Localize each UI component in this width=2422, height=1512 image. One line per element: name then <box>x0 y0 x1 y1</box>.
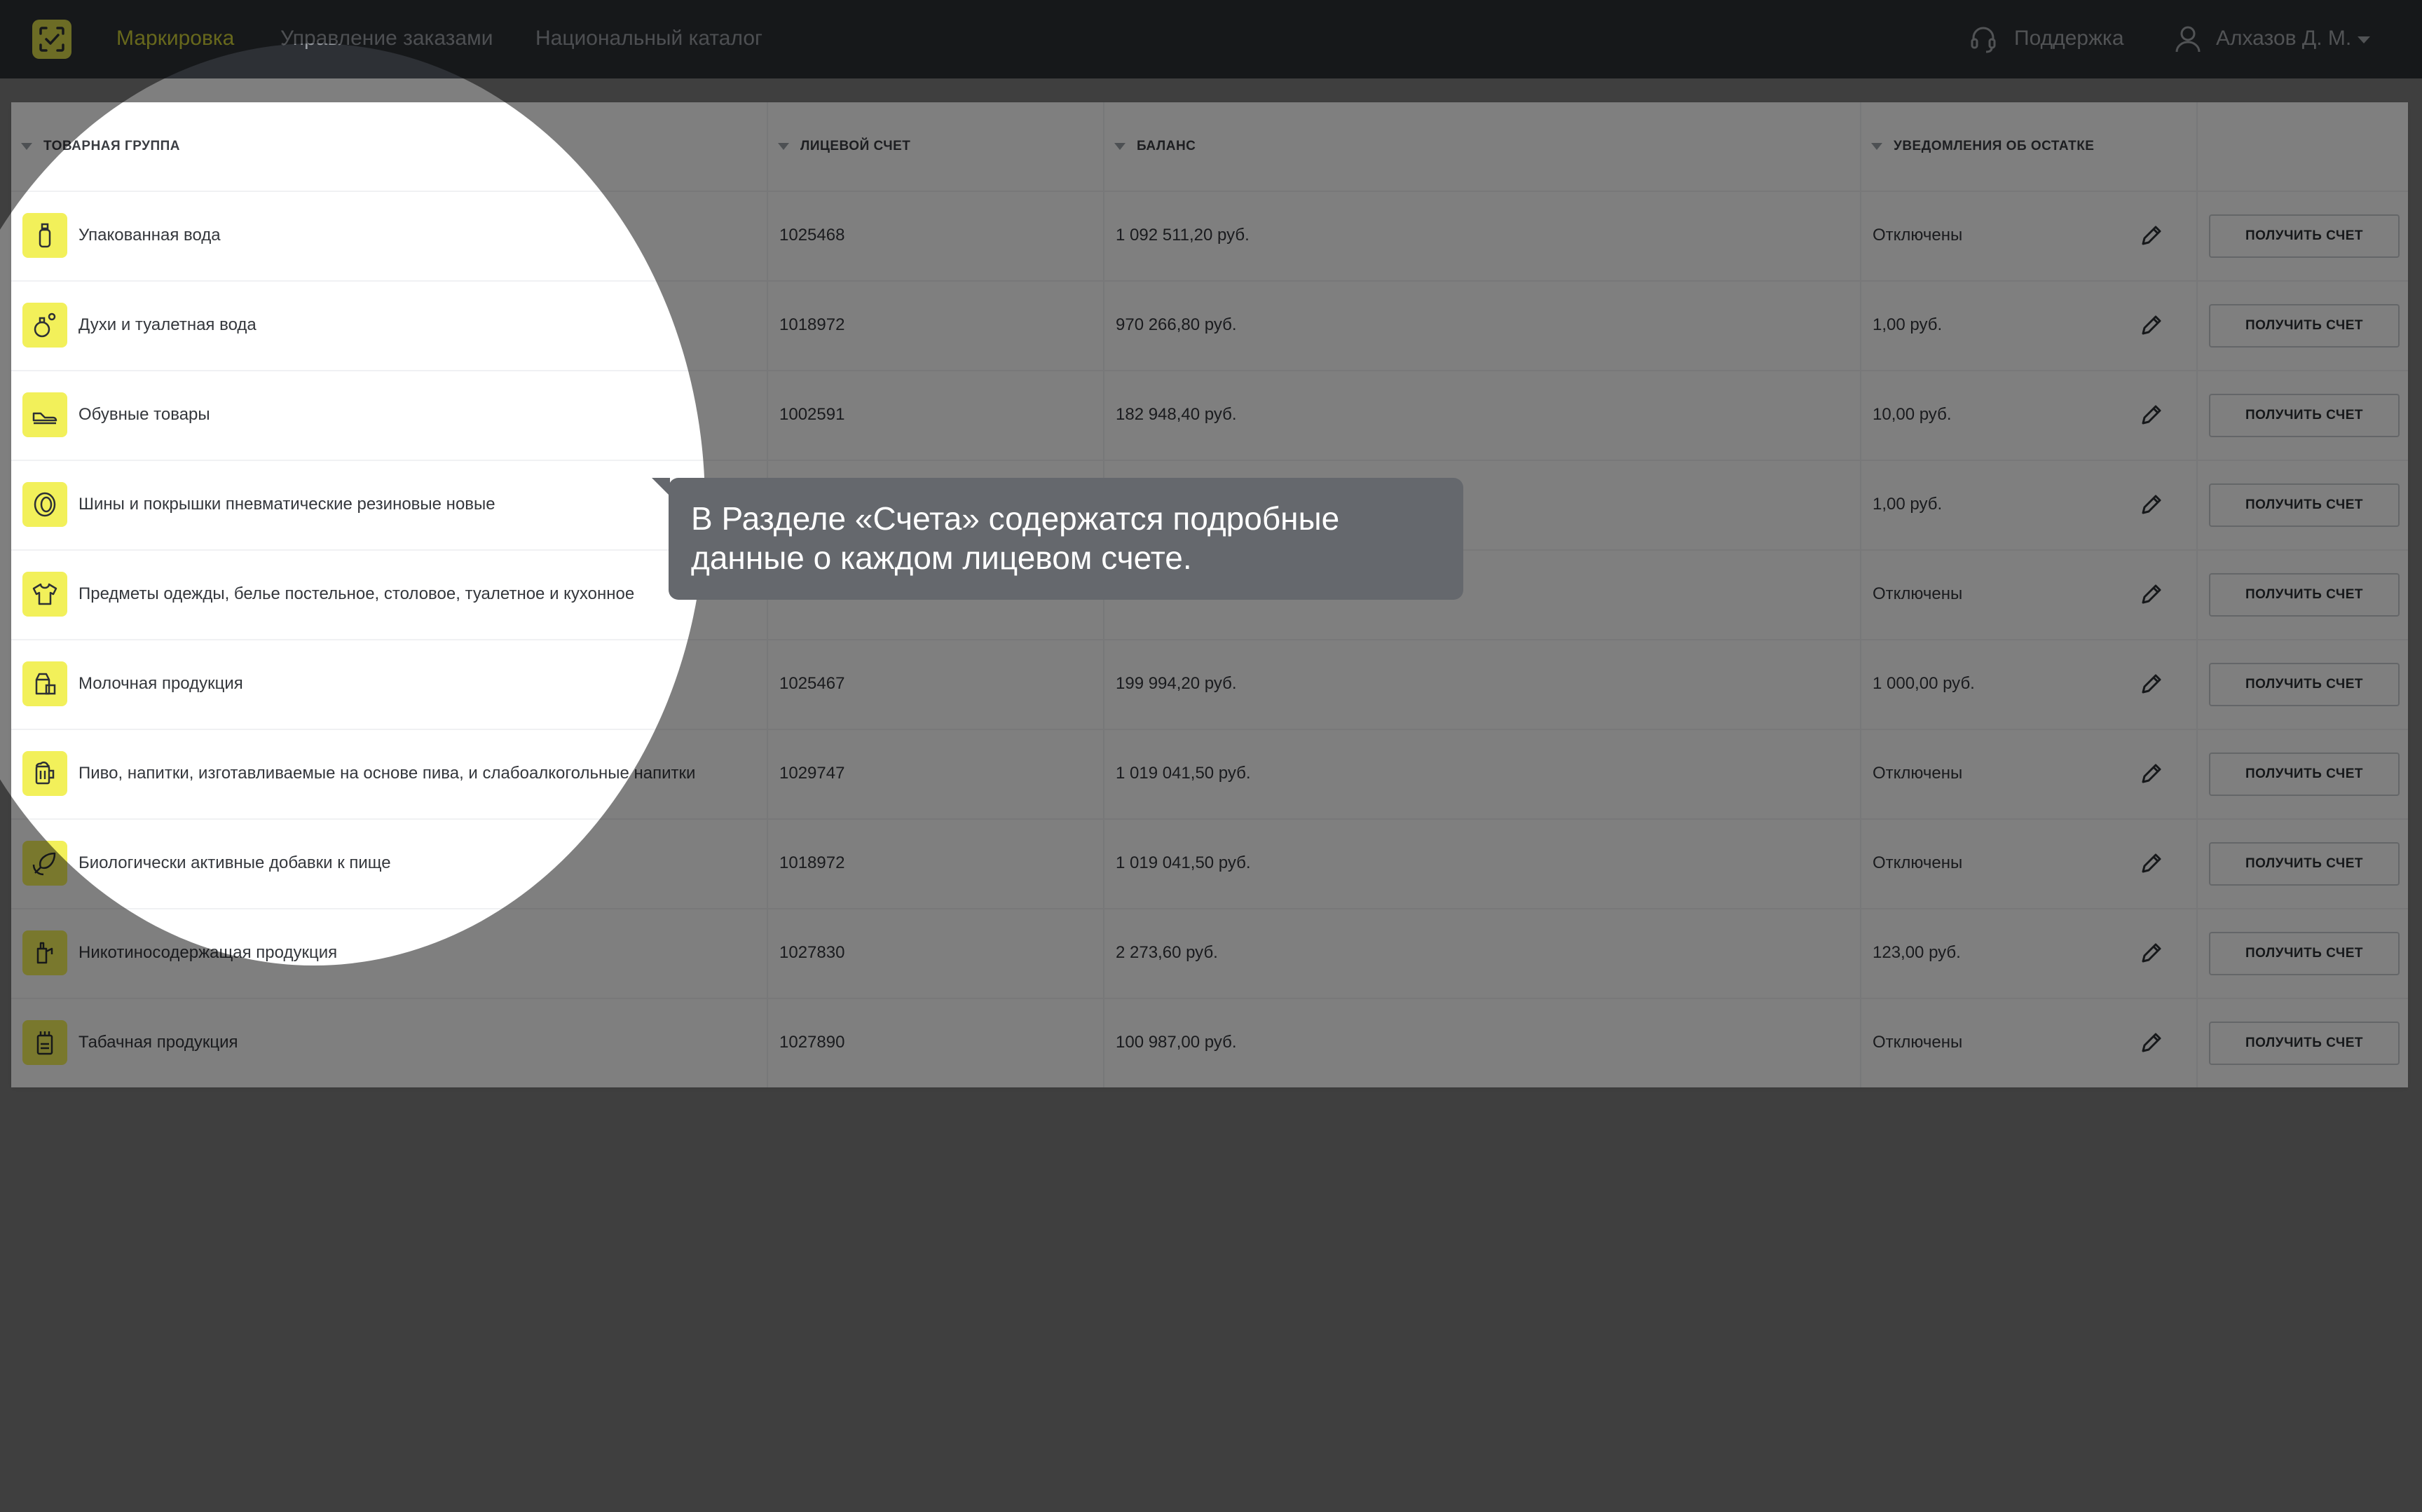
notification-value: 1 000,00 руб. <box>1873 674 1975 693</box>
tobacco-icon <box>22 1020 67 1065</box>
notification-value: Отключены <box>1873 853 1963 872</box>
notification-value: 10,00 руб. <box>1873 405 1952 424</box>
pencil-icon[interactable] <box>2139 402 2164 427</box>
get-bill-button[interactable]: ПОЛУЧИТЬ СЧЕТ <box>2209 842 2400 886</box>
account-number: 1025468 <box>779 226 845 245</box>
product-group-name: Предметы одежды, белье постельное, столо… <box>78 584 635 603</box>
milk-icon <box>22 661 67 706</box>
product-group-name: Духи и туалетная вода <box>78 315 256 334</box>
get-bill-button[interactable]: ПОЛУЧИТЬ СЧЕТ <box>2209 214 2400 258</box>
sort-arrow-icon[interactable] <box>1114 143 1126 150</box>
account-number: 1018972 <box>779 853 845 872</box>
table-row: Табачная продукция 1027890 100 987,00 ру… <box>11 999 2408 1089</box>
pencil-icon[interactable] <box>2139 671 2164 696</box>
tire-icon <box>22 482 67 527</box>
header-product-group[interactable]: ТОВАРНАЯ ГРУППА <box>43 139 180 154</box>
notification-value: Отключены <box>1873 226 1963 245</box>
notification-value: Отключены <box>1873 1033 1963 1052</box>
top-navigation-bar: Маркировка Управление заказами Националь… <box>0 0 2422 78</box>
notification-value: 1,00 руб. <box>1873 495 1943 514</box>
product-group-name: Молочная продукция <box>78 674 243 693</box>
table-row: Обувные товары 1002591 182 948,40 руб. 1… <box>11 371 2408 461</box>
get-bill-button[interactable]: ПОЛУЧИТЬ СЧЕТ <box>2209 663 2400 706</box>
notification-value: 123,00 руб. <box>1873 943 1961 962</box>
water-bottle-icon <box>22 213 67 258</box>
account-number: 1027830 <box>779 943 845 962</box>
balance-value: 182 948,40 руб. <box>1116 405 1237 424</box>
account-number: 1025467 <box>779 674 845 693</box>
product-group-name: Табачная продукция <box>78 1033 238 1052</box>
sort-arrow-icon[interactable] <box>1871 143 1882 150</box>
get-bill-button[interactable]: ПОЛУЧИТЬ СЧЕТ <box>2209 932 2400 975</box>
get-bill-button[interactable]: ПОЛУЧИТЬ СЧЕТ <box>2209 1022 2400 1065</box>
table-row: Никотиносодержащая продукция 1027830 2 2… <box>11 909 2408 999</box>
table-row: Упакованная вода 1025468 1 092 511,20 ру… <box>11 192 2408 282</box>
notification-value: Отключены <box>1873 584 1963 603</box>
nav-link-order-management[interactable]: Управление заказами <box>280 27 493 50</box>
get-bill-button[interactable]: ПОЛУЧИТЬ СЧЕТ <box>2209 394 2400 437</box>
balance-value: 199 994,20 руб. <box>1116 674 1237 693</box>
pencil-icon[interactable] <box>2139 761 2164 786</box>
notification-value: Отключены <box>1873 764 1963 783</box>
product-group-name: Никотиносодержащая продукция <box>78 943 338 962</box>
chevron-down-icon[interactable] <box>2358 36 2370 43</box>
table-row: Биологически активные добавки к пище 101… <box>11 820 2408 909</box>
get-bill-button[interactable]: ПОЛУЧИТЬ СЧЕТ <box>2209 483 2400 527</box>
account-number: 1027890 <box>779 1033 845 1052</box>
balance-value: 1 019 041,50 руб. <box>1116 764 1251 783</box>
shoe-icon <box>22 392 67 437</box>
get-bill-button[interactable]: ПОЛУЧИТЬ СЧЕТ <box>2209 752 2400 796</box>
table-row: Пиво, напитки, изготавливаемые на основе… <box>11 730 2408 820</box>
balance-value: 100 987,00 руб. <box>1116 1033 1237 1052</box>
get-bill-button[interactable]: ПОЛУЧИТЬ СЧЕТ <box>2209 304 2400 348</box>
support-link[interactable]: Поддержка <box>2014 27 2124 50</box>
tooltip-pointer <box>652 478 670 496</box>
perfume-icon <box>22 303 67 348</box>
leaf-supplement-icon <box>22 841 67 886</box>
balance-value: 1 092 511,20 руб. <box>1116 226 1250 245</box>
headset-icon[interactable] <box>1968 24 1999 55</box>
header-balance[interactable]: БАЛАНС <box>1137 139 1196 154</box>
nav-link-national-catalog[interactable]: Национальный каталог <box>535 27 762 50</box>
balance-value: 1 019 041,50 руб. <box>1116 853 1251 872</box>
pencil-icon[interactable] <box>2139 1030 2164 1055</box>
sort-arrow-icon[interactable] <box>21 143 32 150</box>
nav-link-marking[interactable]: Маркировка <box>116 27 234 50</box>
table-row: Молочная продукция 1025467 199 994,20 ру… <box>11 640 2408 730</box>
pencil-icon[interactable] <box>2139 312 2164 338</box>
product-group-name: Биологически активные добавки к пище <box>78 853 391 872</box>
balance-value: 970 266,80 руб. <box>1116 315 1237 334</box>
product-group-name: Упакованная вода <box>78 226 221 245</box>
pencil-icon[interactable] <box>2139 492 2164 517</box>
sort-arrow-icon[interactable] <box>778 143 789 150</box>
account-number: 1029747 <box>779 764 845 783</box>
tooltip-text: В Разделе «Счета» содержатся подробные д… <box>691 500 1340 576</box>
pencil-icon[interactable] <box>2139 940 2164 965</box>
notification-value: 1,00 руб. <box>1873 315 1943 334</box>
onboarding-tooltip: В Разделе «Счета» содержатся подробные д… <box>669 478 1463 600</box>
header-notifications[interactable]: УВЕДОМЛЕНИЯ ОБ ОСТАТКЕ <box>1894 139 2094 154</box>
header-account[interactable]: ЛИЦЕВОЙ СЧЕТ <box>800 139 910 154</box>
account-number: 1002591 <box>779 405 845 424</box>
balance-value: 2 273,60 руб. <box>1116 943 1218 962</box>
product-group-name: Обувные товары <box>78 405 210 424</box>
product-group-name: Шины и покрышки пневматические резиновые… <box>78 495 495 514</box>
pencil-icon[interactable] <box>2139 582 2164 607</box>
account-number: 1018972 <box>779 315 845 334</box>
user-menu-name[interactable]: Алхазов Д. М. <box>2216 27 2351 50</box>
get-bill-button[interactable]: ПОЛУЧИТЬ СЧЕТ <box>2209 573 2400 617</box>
user-icon[interactable] <box>2173 24 2203 55</box>
shirt-icon <box>22 572 67 617</box>
pencil-icon[interactable] <box>2139 851 2164 876</box>
pencil-icon[interactable] <box>2139 223 2164 248</box>
vape-icon <box>22 930 67 975</box>
marking-logo-icon[interactable] <box>32 20 71 59</box>
beer-icon <box>22 751 67 796</box>
product-group-name: Пиво, напитки, изготавливаемые на основе… <box>78 764 696 783</box>
table-row: Духи и туалетная вода 1018972 970 266,80… <box>11 282 2408 371</box>
